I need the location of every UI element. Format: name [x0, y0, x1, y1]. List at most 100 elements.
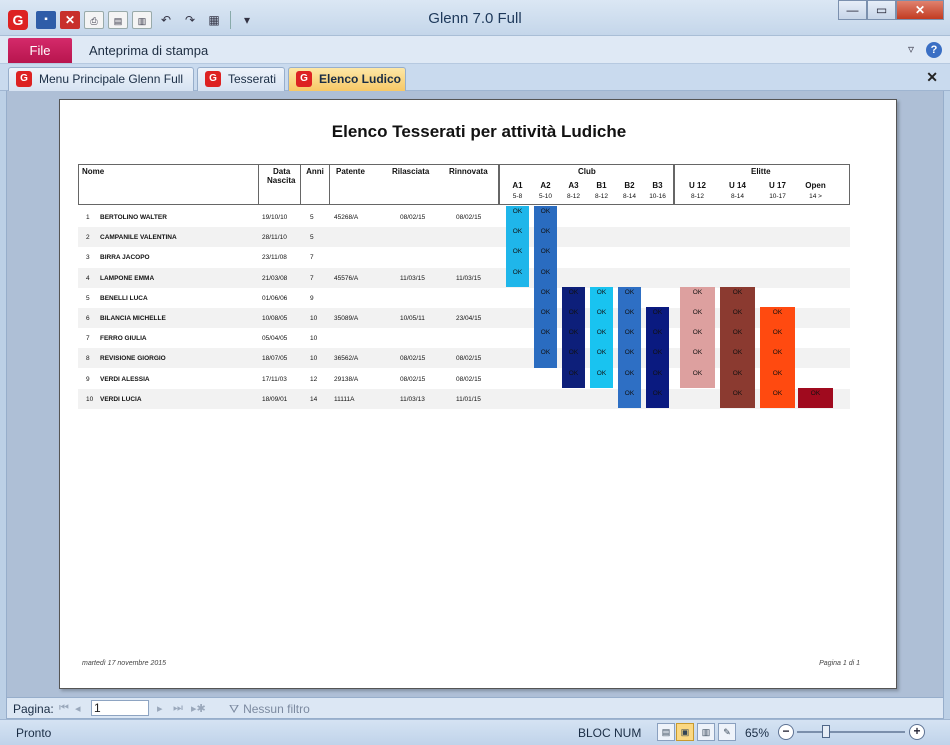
member-age: 14	[310, 395, 318, 403]
birth-date: 18/09/01	[262, 395, 288, 403]
glenn-tab-icon: G	[205, 71, 221, 87]
maximize-button[interactable]: ▭	[867, 0, 896, 20]
birth-date: 17/11/03	[262, 375, 287, 383]
activity-age-range: 10-16	[649, 193, 666, 200]
prev-page-icon[interactable]: ◂	[75, 702, 81, 715]
tab-tesserati[interactable]: G Tesserati	[197, 67, 285, 91]
ok-badge: OK	[720, 387, 755, 409]
row-number: 7	[86, 335, 90, 343]
ok-badge: OK	[506, 226, 529, 247]
new-record-icon[interactable]: ▸✱	[191, 702, 206, 715]
file-tab[interactable]: File	[8, 38, 72, 63]
help-icon[interactable]: ?	[926, 42, 942, 58]
print-preview-tab[interactable]: Anteprima di stampa	[89, 43, 208, 58]
print-preview-view-icon[interactable]: ▣	[676, 723, 694, 741]
activity-code-header: Open	[805, 181, 826, 190]
design-view-icon[interactable]: ✎	[718, 723, 736, 741]
minimize-button[interactable]: —	[838, 0, 867, 20]
row-number: 8	[86, 355, 90, 363]
member-name: FERRO GIULIA	[100, 335, 147, 343]
tab-label: Menu Principale Glenn Full	[39, 72, 184, 86]
print-preview-area[interactable]: Elenco Tesserati per attività Ludiche No…	[6, 91, 944, 697]
document-tabs: G Menu Principale Glenn Full G Tesserati…	[0, 64, 950, 91]
ok-badge: OK	[680, 307, 715, 328]
last-page-icon[interactable]: ⏭	[173, 702, 183, 715]
ok-badge: OK	[618, 347, 641, 369]
row-number: 9	[86, 375, 90, 383]
ok-badge: OK	[590, 347, 613, 369]
ok-badge: OK	[590, 327, 613, 348]
ok-badge: OK	[760, 347, 795, 369]
issued-date: 08/02/15	[400, 214, 426, 221]
activity-age-range: 8-14	[622, 193, 636, 200]
activity-code-header: A1	[512, 181, 523, 190]
activity-age-range: 5-8	[512, 193, 523, 200]
page-number-input[interactable]: 1	[91, 700, 149, 716]
row-number: 1	[86, 214, 90, 221]
member-age: 10	[310, 315, 318, 322]
zoom-slider-track[interactable]	[797, 731, 905, 733]
activity-code-header: B1	[596, 181, 607, 190]
funnel-icon: ⛛	[229, 702, 240, 716]
tab-elenco-ludico[interactable]: G Elenco Ludico	[288, 67, 406, 91]
birth-date: 28/11/10	[262, 234, 287, 242]
tab-menu-principale[interactable]: G Menu Principale Glenn Full	[8, 67, 194, 91]
ok-badge: OK	[506, 266, 529, 288]
ok-badge: OK	[506, 206, 529, 227]
zoom-in-button[interactable]: +	[909, 724, 925, 740]
title-bar: G ▪ ✕ ⎙ ▤ ▥ ↶ ↷ ▦ ▾ Glenn 7.0 Full — ▭ ✕	[0, 0, 950, 36]
ok-badge: OK	[534, 347, 557, 369]
ok-badge: OK	[720, 347, 755, 369]
renewed-date: 08/02/15	[456, 375, 482, 383]
row-number: 6	[86, 315, 90, 322]
window-close-button[interactable]: ✕	[896, 0, 944, 20]
activity-age-range: 8-12	[690, 193, 704, 200]
chevron-down-icon[interactable]: ▿	[908, 42, 914, 58]
filter-button[interactable]: ⛛ Nessun filtro	[229, 702, 310, 717]
renewed-date: 11/01/15	[456, 395, 481, 403]
header-club: Club	[578, 167, 596, 176]
header-anni: Anni	[300, 164, 330, 205]
renewed-date: 08/02/15	[456, 355, 482, 363]
zoom-out-button[interactable]: −	[778, 724, 794, 740]
member-name: VERDI LUCIA	[100, 395, 142, 403]
member-name: BILANCIA MICHELLE	[100, 315, 166, 322]
form-view-icon[interactable]: ▤	[657, 723, 675, 741]
ok-badge: OK	[680, 347, 715, 369]
report-title: Elenco Tesserati per attività Ludiche	[331, 122, 627, 141]
member-name: VERDI ALESSIA	[100, 375, 150, 383]
report-view-icon[interactable]: ▥	[697, 723, 715, 741]
glenn-tab-icon: G	[296, 71, 312, 87]
ok-badge: OK	[534, 266, 557, 288]
birth-date: 01/06/06	[262, 294, 288, 302]
zoom-level: 65%	[745, 726, 770, 740]
ribbon-right-controls: ▿ ?	[908, 42, 942, 58]
ok-badge: OK	[562, 347, 585, 369]
activity-age-range: 8-12	[566, 193, 580, 200]
table-row: 4 LAMPONE EMMA 21/03/08 7 45576/A 11/03/15 11/…	[78, 267, 850, 288]
ok-badge: OK	[618, 327, 641, 348]
member-age: 7	[310, 254, 314, 262]
activity-age-range: 14 >	[809, 193, 822, 200]
license-number: 35089/A	[334, 315, 359, 322]
license-number: 36562/A	[334, 355, 359, 363]
glenn-tab-icon: G	[16, 71, 32, 87]
ok-badge: OK	[646, 387, 669, 409]
issued-date: 11/03/15	[400, 274, 425, 282]
birth-date: 19/10/10	[262, 214, 288, 221]
first-page-icon[interactable]: ⏮	[59, 702, 69, 715]
member-name: CAMPANILE VALENTINA	[100, 234, 177, 242]
window-title: Glenn 7.0 Full	[428, 10, 522, 27]
ok-badge: OK	[618, 387, 641, 409]
close-tab-icon[interactable]: ✕	[926, 69, 938, 86]
renewed-date: 23/04/15	[456, 315, 482, 322]
zoom-slider-thumb[interactable]	[822, 725, 831, 738]
member-name: BENELLI LUCA	[100, 294, 148, 302]
activity-code-header: B3	[652, 181, 663, 190]
filter-label: Nessun filtro	[243, 702, 310, 716]
ok-badge: OK	[646, 367, 669, 389]
ok-badge: OK	[720, 327, 755, 348]
next-page-icon[interactable]: ▸	[157, 702, 163, 715]
row-number: 4	[86, 274, 90, 282]
license-number: 45268/A	[334, 214, 359, 221]
